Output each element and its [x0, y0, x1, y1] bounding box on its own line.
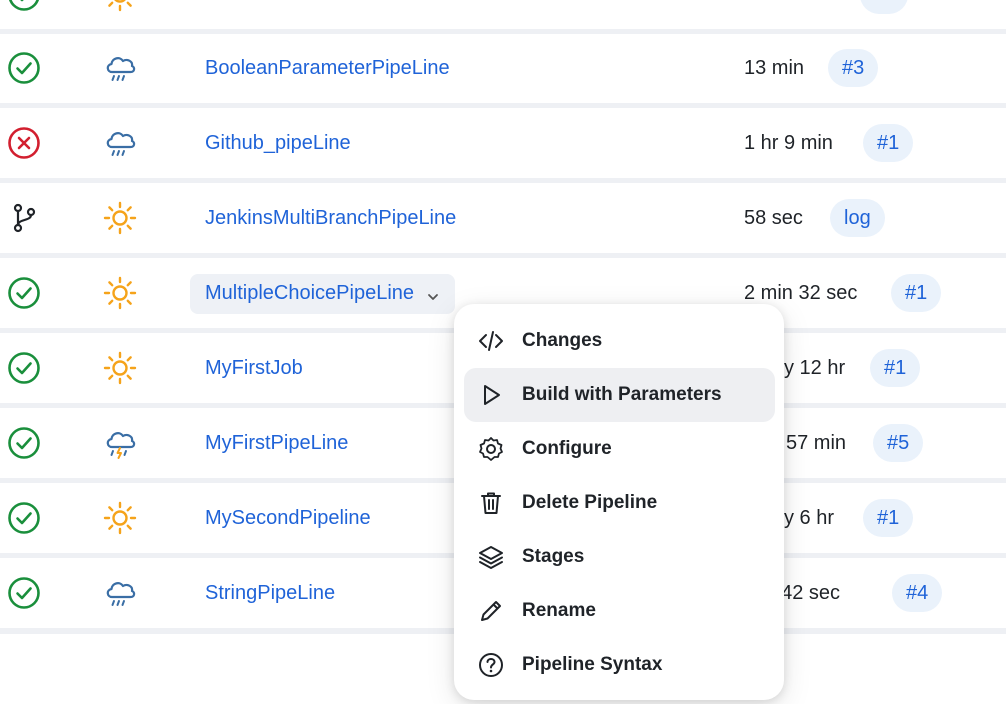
menu-item-label: Stages [522, 546, 585, 567]
job-name-link[interactable]: StringPipeLine [205, 582, 335, 605]
job-name-text: JenkinsMultiBranchPipeLine [205, 207, 457, 229]
rain-cloud-icon [102, 575, 138, 611]
play-icon [476, 380, 506, 410]
build-badge[interactable] [860, 0, 908, 14]
job-name-text: MyFirstJob [205, 357, 303, 379]
last-duration: 1 hr 9 min [744, 132, 833, 154]
job-row: BooleanParameterPipeLine 13 min #3 [0, 33, 1006, 103]
trash-icon [476, 488, 506, 518]
success-icon [6, 350, 42, 386]
success-icon [6, 50, 42, 86]
menu-item-delete-pipeline[interactable]: Delete Pipeline [464, 476, 775, 530]
sun-icon [102, 500, 138, 536]
menu-item-label: Configure [522, 438, 612, 459]
menu-item-label: Build with Parameters [522, 384, 722, 405]
menu-item-configure[interactable]: Configure [464, 422, 775, 476]
last-duration: 13 min [744, 57, 805, 79]
job-name-link[interactable]: MyFirstJob [205, 357, 303, 380]
job-name-link[interactable]: MultipleChoicePipeLine [190, 274, 456, 314]
chevron-down-icon[interactable] [426, 287, 440, 301]
rain-cloud-icon [102, 50, 138, 86]
last-duration: 57 min [786, 432, 847, 454]
build-badge[interactable]: #1 [863, 499, 914, 537]
job-name-text: MyFirstPipeLine [205, 432, 349, 454]
job-name-link[interactable]: MySecondPipeline [205, 507, 371, 530]
job-row: Github_pipeLine 1 hr 9 min #1 [0, 108, 1006, 178]
branch-icon [6, 200, 42, 236]
success-icon [6, 275, 42, 311]
build-badge[interactable]: #5 [873, 424, 924, 462]
sun-icon [102, 350, 138, 386]
menu-item-label: Delete Pipeline [522, 492, 658, 513]
code-icon [476, 326, 506, 356]
build-badge[interactable]: #3 [828, 49, 879, 87]
menu-item-changes[interactable]: Changes [464, 314, 775, 368]
build-badge[interactable]: log [830, 199, 885, 237]
job-name-link[interactable]: Github_pipeLine [205, 132, 351, 155]
storm-cloud-icon [102, 425, 138, 461]
build-badge[interactable]: #1 [870, 349, 921, 387]
sun-icon [102, 275, 138, 311]
job-name-text: StringPipeLine [205, 582, 336, 604]
job-name-text: MySecondPipeline [205, 507, 371, 529]
menu-item-label: Pipeline Syntax [522, 654, 663, 675]
job-name-link[interactable]: MyFirstPipeLine [205, 432, 348, 455]
last-duration: 58 sec [744, 207, 803, 229]
failure-icon [6, 125, 42, 161]
menu-item-label: Changes [522, 330, 603, 351]
menu-item-rename[interactable]: Rename [464, 584, 775, 638]
last-duration: y 6 hr [784, 507, 835, 529]
help-icon [476, 650, 506, 680]
last-duration: y 12 hr [784, 357, 846, 379]
last-duration: 2 min 32 sec [744, 282, 858, 304]
build-badge[interactable]: #1 [891, 274, 942, 312]
job-row: JenkinsMultiBranchPipeLine 58 sec log [0, 183, 1006, 253]
layers-icon [476, 542, 506, 572]
build-badge[interactable]: #1 [863, 124, 914, 162]
menu-item-stages[interactable]: Stages [464, 530, 775, 584]
pencil-icon [476, 596, 506, 626]
job-row [0, 0, 1006, 30]
sun-icon [102, 0, 138, 13]
job-name-text: BooleanParameterPipeLine [205, 57, 450, 79]
success-icon [6, 500, 42, 536]
menu-item-pipeline-syntax[interactable]: Pipeline Syntax [464, 638, 775, 692]
rain-cloud-icon [102, 125, 138, 161]
menu-item-build-with-parameters[interactable]: Build with Parameters [464, 368, 775, 422]
job-name-text: MultipleChoicePipeLine [205, 282, 415, 304]
job-name-link[interactable]: JenkinsMultiBranchPipeLine [205, 207, 456, 230]
job-context-menu: Changes Build with Parameters Configure … [454, 304, 784, 700]
sun-icon [102, 200, 138, 236]
success-icon [6, 425, 42, 461]
job-name-text: Github_pipeLine [205, 132, 351, 154]
menu-item-label: Rename [522, 600, 596, 621]
build-badge[interactable]: #4 [892, 574, 943, 612]
job-name-link[interactable]: BooleanParameterPipeLine [205, 57, 450, 80]
gear-icon [476, 434, 506, 464]
success-icon [6, 575, 42, 611]
success-icon [6, 0, 42, 13]
